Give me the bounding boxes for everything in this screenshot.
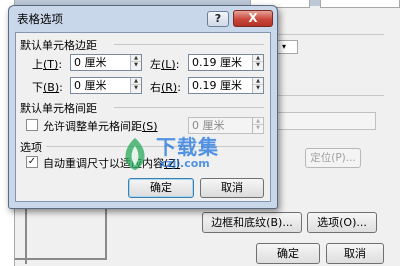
- section-divider: [114, 44, 264, 45]
- help-button[interactable]: ?: [207, 11, 229, 27]
- preview-line: [15, 258, 107, 260]
- cell-margins-section-label: 默认单元格边距: [20, 39, 97, 52]
- spin-up-icon: ▲: [253, 118, 263, 125]
- dialog-title: 表格选项: [17, 12, 63, 26]
- background-separator: [278, 34, 384, 35]
- allow-spacing-checkbox[interactable]: [26, 119, 38, 131]
- section-divider: [114, 107, 264, 108]
- ok-button[interactable]: 确定: [128, 178, 194, 198]
- watermark-text: 下载集: [156, 135, 219, 159]
- top-margin-value: 0 厘米: [74, 56, 107, 69]
- options-button[interactable]: 选项(O)...: [307, 212, 377, 233]
- spin-up-icon[interactable]: ▲: [253, 78, 263, 85]
- spinner-arrows[interactable]: ▲ ▼: [252, 78, 263, 93]
- top-margin-label: 上(T):: [32, 58, 63, 71]
- spin-down-icon: ▼: [256, 125, 260, 131]
- right-margin-value: 0.19 厘米: [192, 79, 242, 92]
- spin-down-icon[interactable]: ▼: [253, 62, 263, 69]
- left-margin-value: 0.19 厘米: [192, 56, 242, 69]
- right-margin-spinner[interactable]: 0.19 厘米 ▲ ▼: [188, 77, 264, 94]
- bottom-margin-value: 0 厘米: [74, 79, 107, 92]
- left-margin-label: 左(L):: [150, 58, 180, 71]
- section-divider: [46, 146, 264, 147]
- table-options-dialog: 表格选项 ? X 默认单元格边距 上(T): 0 厘米 ▲ ▼ 左(L): 0.…: [8, 5, 278, 209]
- parent-ok-button[interactable]: 确定: [256, 243, 320, 264]
- spin-down-icon[interactable]: ▼: [253, 85, 263, 92]
- spin-up-icon[interactable]: ▲: [131, 78, 141, 85]
- top-margin-spinner[interactable]: 0 厘米 ▲ ▼: [70, 54, 142, 71]
- spin-down-icon[interactable]: ▼: [131, 85, 141, 92]
- spin-down-icon[interactable]: ▼: [131, 62, 141, 69]
- bottom-margin-spinner[interactable]: 0 厘米 ▲ ▼: [70, 77, 142, 94]
- watermark-logo-icon: [125, 138, 145, 170]
- close-button[interactable]: X: [233, 10, 273, 27]
- spinner-arrows[interactable]: ▲ ▼: [252, 55, 263, 70]
- dialog-content: 默认单元格边距 上(T): 0 厘米 ▲ ▼ 左(L): 0.19 厘米 ▲ ▼…: [15, 32, 271, 202]
- spinner-arrows[interactable]: ▲ ▼: [130, 78, 141, 93]
- spinner-arrows[interactable]: ▲ ▼: [130, 55, 141, 70]
- cell-spacing-section-label: 默认单元格间距: [20, 102, 97, 115]
- background-top-combo: [320, 0, 400, 8]
- parent-cancel-button[interactable]: 取消: [326, 243, 384, 264]
- spin-up-icon[interactable]: ▲: [131, 55, 141, 62]
- borders-and-shading-button[interactable]: 边框和底纹(B)...: [202, 212, 302, 233]
- right-margin-label: 右(R):: [150, 81, 181, 94]
- checkmark-icon: ✓: [27, 156, 37, 167]
- auto-resize-checkbox[interactable]: ✓: [26, 156, 38, 168]
- left-margin-spinner[interactable]: 0.19 厘米 ▲ ▼: [188, 54, 264, 71]
- bottom-margin-label: 下(B):: [32, 81, 63, 94]
- spin-up-icon[interactable]: ▲: [253, 55, 263, 62]
- options-section-label: 选项: [20, 141, 42, 154]
- allow-spacing-label[interactable]: 允许调整单元格间距(S): [43, 118, 158, 134]
- cancel-button[interactable]: 取消: [200, 178, 264, 198]
- background-separator: [278, 95, 384, 96]
- position-button[interactable]: 定位(P)...: [305, 148, 361, 168]
- spinner-arrows: ▲ ▼: [252, 118, 263, 133]
- background-disabled-field: [276, 112, 376, 130]
- watermark-domain: xzji.com: [159, 157, 210, 170]
